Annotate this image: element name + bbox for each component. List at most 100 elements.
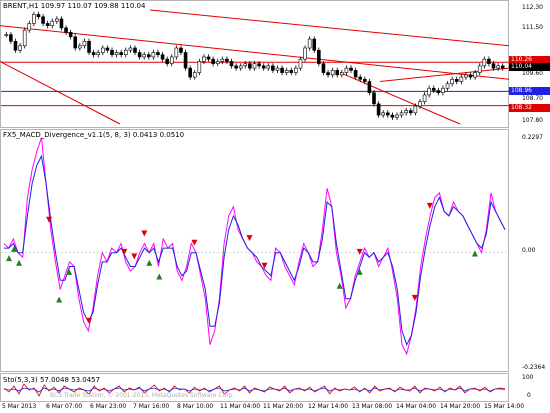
candle-body-0: [4, 34, 9, 36]
candle-body-59: [275, 67, 280, 71]
candle-body-28: [133, 47, 137, 53]
candle-body-14: [68, 32, 73, 38]
trendline-3: [339, 72, 461, 125]
candle-body-48: [225, 58, 229, 62]
candle-body-8: [41, 16, 45, 24]
candle-body-15: [73, 36, 78, 49]
candle-body-70: [326, 72, 330, 76]
divergence-arrow-up-5: [146, 259, 153, 266]
candle-body-11: [55, 18, 59, 22]
candle-body-83: [385, 112, 390, 116]
candle-body-39: [183, 52, 188, 69]
candle-body-99: [459, 76, 464, 82]
candle-body-87: [404, 110, 408, 114]
candle-body-63: [294, 67, 298, 73]
candle-body-98: [454, 78, 459, 82]
candle-body-69: [321, 63, 326, 73]
candle-body-46: [215, 61, 220, 64]
x-label-9: 13 Mar 08:00: [352, 403, 393, 410]
candle-body-106: [491, 63, 496, 69]
price-tick-4: 108.70: [522, 95, 543, 102]
x-label-1: 5 Mar 2013: [2, 403, 37, 410]
candle-body-85: [395, 114, 399, 118]
divergence-arrow-up-3: [56, 296, 63, 303]
candle-body-33: [156, 52, 160, 56]
candle-body-35: [165, 58, 169, 64]
price-tick-2: 111.50: [522, 24, 543, 31]
candle-body-103: [477, 65, 482, 73]
candle-body-68: [317, 49, 321, 64]
candle-body-74: [344, 67, 349, 73]
price-tick-5: 107.80: [522, 117, 543, 124]
candle-body-42: [197, 61, 202, 73]
candle-body-1: [9, 34, 13, 42]
candle-body-26: [124, 49, 128, 56]
candle-body-40: [188, 67, 192, 78]
candle-body-44: [206, 56, 211, 60]
level-tag-lower: 108.32: [509, 104, 550, 112]
candle-body-25: [119, 52, 124, 56]
divergence-arrow-up-2: [16, 259, 23, 266]
macd-tick-zero: 0.00: [522, 247, 536, 254]
candle-body-6: [32, 14, 36, 24]
candle-body-77: [358, 76, 363, 80]
candle-body-19: [91, 52, 96, 56]
divergence-arrow-up-9: [471, 250, 478, 257]
candle-body-13: [64, 27, 68, 33]
macd-tick-bottom: -0.2364: [522, 364, 546, 371]
candle-body-45: [211, 58, 215, 64]
candle-body-3: [18, 45, 22, 51]
candle-body-100: [464, 74, 468, 78]
candle-body-62: [289, 70, 294, 73]
candle-body-18: [87, 40, 91, 53]
candle-body-52: [243, 63, 248, 67]
candle-body-105: [487, 58, 491, 64]
x-label-7: 11 Mar 20:00: [263, 403, 304, 410]
divergence-arrow-down-6: [246, 235, 253, 242]
candle-body-24: [114, 52, 119, 56]
candle-body-17: [82, 40, 87, 47]
candle-body-102: [473, 72, 477, 78]
candle-body-16: [78, 45, 82, 49]
candle-body-80: [372, 92, 376, 105]
candle-body-92: [427, 87, 431, 96]
candle-body-47: [220, 58, 225, 62]
sto-tick-bottom: 0: [527, 392, 531, 399]
candle-body-86: [399, 112, 404, 116]
candle-body-79: [367, 81, 372, 94]
macd-pane-title: FX5_MACD_Divergence_v1.1(5, 8, 3) 0.0413…: [3, 131, 185, 139]
candle-body-4: [22, 29, 27, 47]
candle-body-57: [266, 65, 271, 69]
x-label-8: 12 Mar 14:00: [308, 403, 349, 410]
candle-body-89: [413, 105, 418, 114]
candle-body-34: [160, 54, 165, 60]
candle-body-64: [298, 58, 303, 69]
chart-canvas[interactable]: [0, 0, 550, 413]
stochastic-pane-title: Sto(5,3,3) 57.0048 53.0457: [3, 376, 101, 384]
candle-body-60: [280, 67, 284, 73]
candle-body-30: [142, 54, 146, 58]
candle-body-84: [390, 114, 395, 118]
candle-body-50: [234, 65, 238, 69]
candle-body-97: [450, 78, 454, 85]
divergence-arrow-down-8: [356, 248, 363, 255]
candle-body-82: [381, 112, 385, 116]
candle-body-72: [335, 70, 340, 76]
candle-body-29: [137, 52, 142, 58]
candle-body-9: [45, 23, 50, 26]
candle-body-5: [27, 23, 32, 31]
macd-series-1: [4, 154, 506, 346]
macd-series-0: [3, 137, 506, 356]
price-pane-title: BRENT,H1 109.97 110.07 109.88 110.04: [3, 2, 146, 10]
x-label-5: 8 Mar 10:00: [177, 403, 214, 410]
x-label-2: 6 Mar 07:00: [46, 403, 83, 410]
candle-body-23: [110, 49, 114, 56]
level-tag-blue: 108.96: [509, 87, 550, 95]
candle-body-104: [482, 58, 487, 67]
candle-body-32: [151, 52, 156, 58]
divergence-arrow-down-3: [131, 253, 138, 260]
candle-body-61: [284, 70, 289, 73]
candle-body-76: [353, 70, 358, 78]
divergence-arrow-down-2: [121, 248, 128, 255]
x-label-4: 7 Mar 16:00: [133, 403, 170, 410]
